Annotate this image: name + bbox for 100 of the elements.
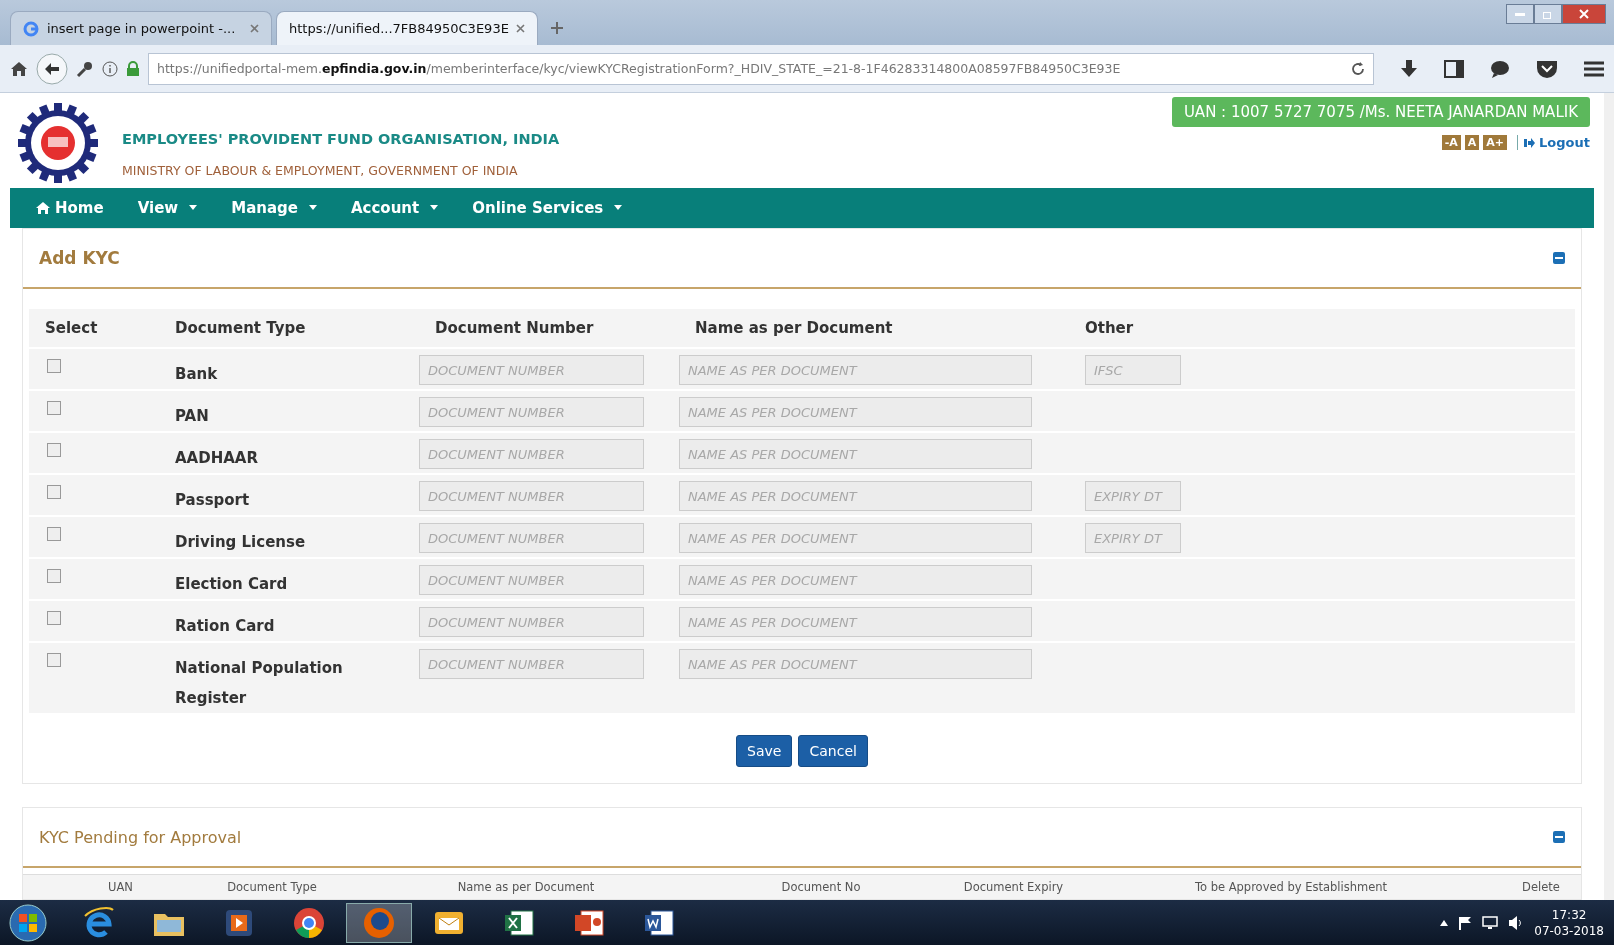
home-icon <box>36 201 50 214</box>
other-field[interactable]: EXPIRY DT <box>1085 481 1181 511</box>
menu-item[interactable]: Home <box>36 198 104 217</box>
menu-icon[interactable] <box>1584 60 1604 77</box>
menu-item[interactable]: Manage <box>231 198 317 217</box>
monitor-icon[interactable] <box>1482 915 1499 930</box>
collapse-icon[interactable] <box>1553 831 1565 843</box>
logout-icon <box>1524 137 1536 148</box>
checkbox[interactable] <box>47 443 61 457</box>
close-icon <box>1579 9 1589 19</box>
reload-icon[interactable] <box>1351 61 1365 76</box>
column-header: Name as per Document <box>694 318 894 337</box>
document-type: Ration Card <box>174 616 276 637</box>
column-header: Document No <box>780 880 862 894</box>
name-field[interactable]: NAME AS PER DOCUMENT <box>679 607 1032 637</box>
pocket-icon[interactable] <box>1536 59 1558 78</box>
column-header: Document Type <box>226 880 318 894</box>
info-icon[interactable] <box>102 60 118 77</box>
padlock-icon <box>126 60 140 77</box>
name-field[interactable]: NAME AS PER DOCUMENT <box>679 523 1032 553</box>
column-header: Delete <box>1521 880 1561 894</box>
caret-icon <box>614 205 623 211</box>
document-type: National Population Register <box>174 658 344 709</box>
document-w-icon[interactable] <box>643 907 675 938</box>
menu-item[interactable]: Online Services <box>472 198 623 217</box>
font-size-button[interactable]: A+ <box>1483 135 1508 150</box>
menu-item[interactable]: Account <box>350 198 439 217</box>
column-header: Name as per Document <box>456 880 596 894</box>
form-button[interactable]: Cancel <box>798 735 868 767</box>
close-button[interactable] <box>1562 4 1606 24</box>
column-header: UAN <box>107 880 134 894</box>
browser-e-icon[interactable] <box>82 905 116 940</box>
font-size-button[interactable]: -A <box>1441 135 1461 150</box>
font-size-button[interactable]: A <box>1464 135 1480 150</box>
name-field[interactable]: NAME AS PER DOCUMENT <box>679 355 1032 385</box>
document-number-field[interactable]: DOCUMENT NUMBER <box>419 439 644 469</box>
up-arrow-icon[interactable] <box>1440 919 1449 926</box>
checkbox[interactable] <box>47 611 61 625</box>
document-type: Election Card <box>174 574 289 595</box>
download-icon[interactable] <box>1400 58 1418 79</box>
firefox-logo-icon[interactable] <box>363 906 395 939</box>
document-number-field[interactable]: DOCUMENT NUMBER <box>419 397 644 427</box>
home-icon[interactable] <box>10 60 28 77</box>
minimize-icon <box>1515 12 1525 16</box>
taskbar-button[interactable] <box>346 902 412 943</box>
other-field[interactable]: EXPIRY DT <box>1085 523 1181 553</box>
minimize-button[interactable] <box>1506 4 1534 24</box>
name-field[interactable]: NAME AS PER DOCUMENT <box>679 397 1032 427</box>
cogwheel-emblem-icon <box>18 103 98 183</box>
name-field[interactable]: NAME AS PER DOCUMENT <box>679 565 1032 595</box>
other-field[interactable]: IFSC <box>1085 355 1181 385</box>
new-tab-icon[interactable] <box>550 21 564 35</box>
panel-title: KYC Pending for Approval <box>39 827 242 847</box>
column-header: Document Expiry <box>962 880 1065 894</box>
column-header: Document Type <box>174 318 307 337</box>
checkbox[interactable] <box>47 359 61 373</box>
restore-button[interactable] <box>1534 4 1562 24</box>
checkbox[interactable] <box>47 485 61 499</box>
presentation-icon[interactable] <box>573 907 605 938</box>
document-type: PAN <box>174 406 210 427</box>
spreadsheet-icon[interactable] <box>503 907 535 938</box>
chrome-logo-icon[interactable] <box>293 906 325 939</box>
browser-tab[interactable]: insert page in powerpoint -... <box>10 11 272 45</box>
start-orb-icon[interactable] <box>8 902 48 943</box>
name-field[interactable]: NAME AS PER DOCUMENT <box>679 481 1032 511</box>
name-field[interactable]: NAME AS PER DOCUMENT <box>679 439 1032 469</box>
flag-icon[interactable] <box>1458 915 1473 930</box>
document-type: Driving License <box>174 532 307 553</box>
column-header: Other <box>1084 318 1135 337</box>
checkbox[interactable] <box>47 653 61 667</box>
document-number-field[interactable]: DOCUMENT NUMBER <box>419 565 644 595</box>
checkbox[interactable] <box>47 527 61 541</box>
close-icon[interactable] <box>516 24 525 33</box>
checkbox[interactable] <box>47 569 61 583</box>
document-number-field[interactable]: DOCUMENT NUMBER <box>419 607 644 637</box>
collapse-icon[interactable] <box>1553 252 1565 264</box>
chat-bubble-icon[interactable] <box>1490 59 1510 78</box>
address-bar[interactable]: https://unifiedportal-mem.epfindia.gov.in/memberinterface/kyc/viewKYCRegistrationForm?_HDIV_STATE_=21-8-1F46283314800A08597FB84950C3E93E <box>148 52 1374 85</box>
sidebar-icon[interactable] <box>1444 59 1464 78</box>
checkbox[interactable] <box>47 401 61 415</box>
g-logo-icon <box>23 20 39 37</box>
document-number-field[interactable]: DOCUMENT NUMBER <box>419 355 644 385</box>
document-number-field[interactable]: DOCUMENT NUMBER <box>419 649 644 679</box>
clock[interactable]: 17:32 07-03-2018 <box>1534 906 1604 939</box>
document-type: Passport <box>174 490 251 511</box>
organisation-title: EMPLOYEES' PROVIDENT FUND ORGANISATION, INDIA <box>122 131 560 147</box>
document-number-field[interactable]: DOCUMENT NUMBER <box>419 523 644 553</box>
close-icon[interactable] <box>250 24 259 33</box>
browser-tab[interactable]: https://unified...7FB84950C3E93E <box>276 11 538 45</box>
caret-icon <box>189 205 198 211</box>
restore-icon <box>1543 9 1553 19</box>
form-button[interactable]: Save <box>736 735 793 767</box>
document-type: Bank <box>174 364 219 385</box>
menu-item[interactable]: View <box>137 198 198 217</box>
caret-icon <box>308 205 317 211</box>
name-field[interactable]: NAME AS PER DOCUMENT <box>679 649 1032 679</box>
media-player-icon[interactable] <box>224 907 254 938</box>
logout-link[interactable]: Logout <box>1517 135 1590 150</box>
document-number-field[interactable]: DOCUMENT NUMBER <box>419 481 644 511</box>
column-header: To be Approved by Establishment <box>1193 880 1389 894</box>
